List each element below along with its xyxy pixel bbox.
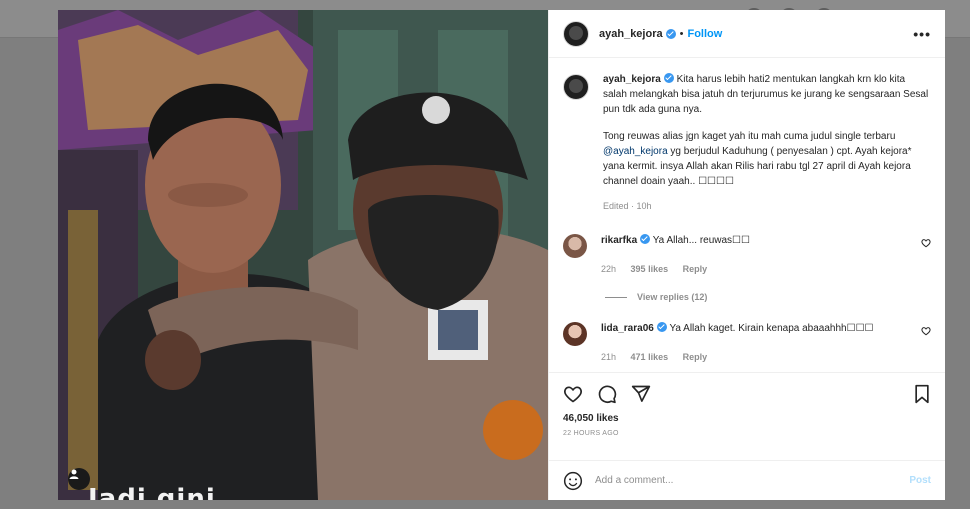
verified-icon (640, 234, 651, 244)
post-modal: Jadi gini, ... ayah_kejora • Follow ••• … (58, 10, 945, 500)
comment-heart-icon[interactable] (921, 326, 931, 336)
commenter-avatar[interactable] (563, 234, 587, 258)
commenter-username[interactable]: rikarfka (601, 235, 637, 246)
heart-icon[interactable] (563, 384, 583, 404)
user-tag-icon[interactable] (68, 468, 90, 490)
post-header: ayah_kejora • Follow ••• (549, 10, 945, 58)
comments-scroll-area[interactable]: ayah_kejora Kita harus lebih hati2 mentu… (549, 58, 945, 372)
caption-author-username[interactable]: ayah_kejora (603, 74, 661, 85)
caption-mention-link[interactable]: @ayah_kejora (603, 146, 668, 157)
caption-row: ayah_kejora Kita harus lebih hati2 mentu… (563, 72, 931, 214)
follow-button[interactable]: Follow (687, 28, 722, 40)
comment-item: rikarfka Ya Allah... reuwas☐☐ 22h 395 li… (563, 234, 931, 276)
action-icons-row (563, 383, 931, 405)
comment-text: Ya Allah kaget. Kirain kenapa abaaahhh☐☐… (669, 323, 874, 334)
author-username[interactable]: ayah_kejora (599, 28, 663, 40)
post-likes-count[interactable]: 46,050 likes (563, 413, 931, 424)
comment-body: lida_rara06 Ya Allah kaget. Kirain kenap… (601, 322, 901, 364)
comment-likes[interactable]: 395 likes (631, 264, 669, 274)
author-avatar[interactable] (563, 20, 589, 47)
comment-likes[interactable]: 471 likes (631, 352, 669, 362)
comment-time[interactable]: 22h (601, 264, 616, 274)
post-photo[interactable]: Jadi gini, ... (58, 10, 548, 500)
comment-text: Ya Allah... reuwas☐☐ (652, 235, 750, 246)
post-actions: 46,050 likes 22 HOURS AGO (549, 372, 945, 460)
verified-icon (665, 28, 676, 39)
bookmark-icon[interactable] (913, 384, 931, 404)
caption-paragraph-2-start: Tong reuwas alias jgn kaget yah itu mah … (603, 131, 896, 142)
edited-meta: Edited · 10h (603, 201, 652, 211)
caption-paragraph-2: Tong reuwas alias jgn kaget yah itu mah … (603, 129, 931, 189)
photo-illustration (58, 10, 548, 500)
comment-time[interactable]: 21h (601, 352, 616, 362)
caption-author-avatar[interactable] (563, 74, 589, 100)
share-icon[interactable] (631, 384, 651, 404)
comment-icon[interactable] (597, 384, 617, 404)
view-replies-label: View replies (12) (637, 292, 708, 302)
comment-input[interactable] (595, 475, 910, 486)
view-replies-button[interactable]: View replies (12) (605, 292, 931, 302)
emoji-icon[interactable] (563, 471, 583, 491)
verified-icon (663, 73, 674, 83)
post-side-panel: ayah_kejora • Follow ••• ayah_kejora Kit… (548, 10, 945, 500)
comment-body: rikarfka Ya Allah... reuwas☐☐ 22h 395 li… (601, 234, 901, 276)
comment-heart-icon[interactable] (921, 238, 931, 248)
header-dot: • (679, 27, 684, 40)
more-icon[interactable]: ••• (913, 26, 931, 42)
comment-meta: 21h 471 likes Reply (601, 350, 901, 364)
comment-item: lida_rara06 Ya Allah kaget. Kirain kenap… (563, 322, 931, 364)
view-replies-line (605, 296, 627, 298)
comment-reply-button[interactable]: Reply (683, 264, 708, 274)
add-comment-bar: Post (549, 460, 945, 500)
photo-caption-text: Jadi gini, ... (88, 484, 270, 500)
commenter-username[interactable]: lida_rara06 (601, 323, 654, 334)
verified-icon (656, 322, 667, 332)
post-time-ago[interactable]: 22 HOURS AGO (563, 430, 931, 437)
post-comment-button[interactable]: Post (909, 475, 931, 486)
caption-body: ayah_kejora Kita harus lebih hati2 mentu… (603, 72, 931, 214)
comment-reply-button[interactable]: Reply (683, 352, 708, 362)
commenter-avatar[interactable] (563, 322, 587, 346)
comment-meta: 22h 395 likes Reply (601, 262, 901, 276)
